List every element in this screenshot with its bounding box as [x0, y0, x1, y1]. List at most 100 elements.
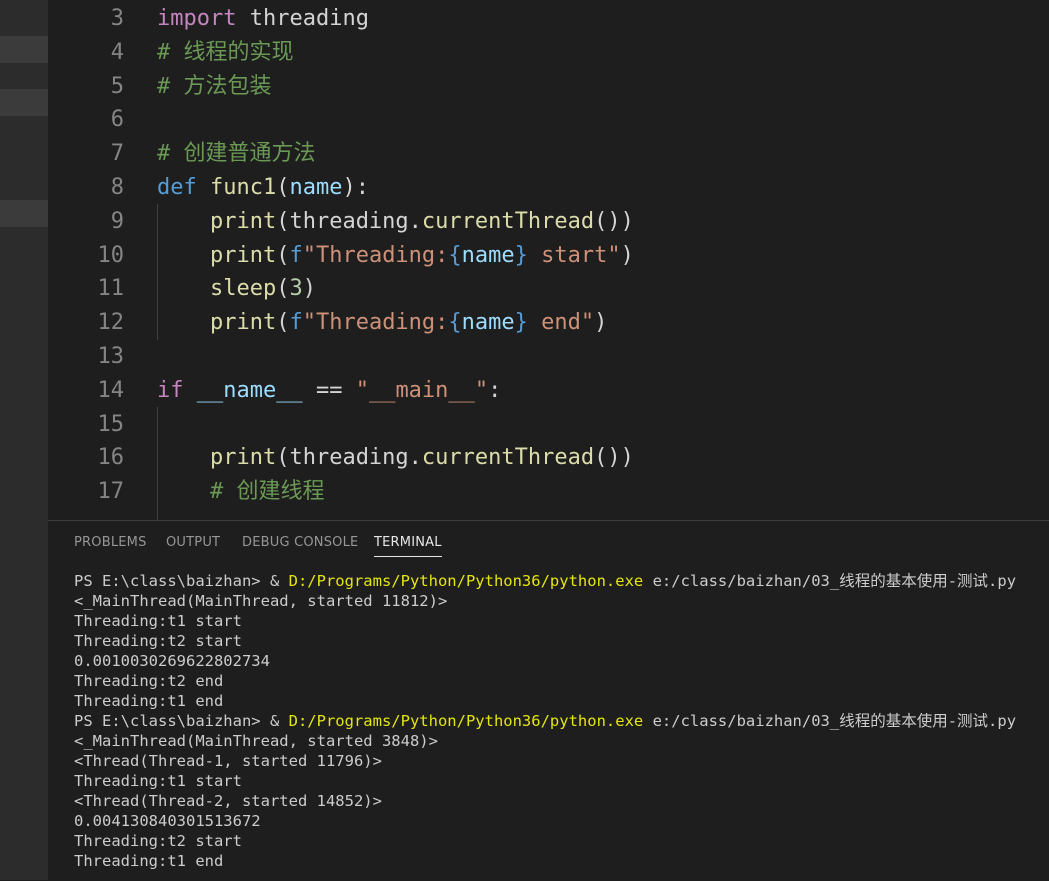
terminal-text: PS E:\class\baizhan> &: [74, 712, 289, 730]
code-token: if: [157, 377, 184, 403]
code-token: # 创建线程: [209, 479, 325, 505]
code-line[interactable]: 12 print(f"Threading:{name} end"): [48, 306, 1049, 340]
code-token: (threading.: [276, 445, 422, 471]
code-line[interactable]: 5 # 方法包装: [48, 70, 1049, 104]
line-number: 17: [97, 479, 125, 505]
code-token: (threading.: [276, 208, 422, 234]
code-token: ==: [302, 377, 356, 403]
code-token: 3: [289, 276, 303, 302]
code-token: {: [448, 242, 462, 268]
terminal-line: Threading:t2 end: [74, 671, 1044, 691]
terminal-text: Threading:t1 end: [74, 692, 224, 710]
tab-problems[interactable]: PROBLEMS: [74, 535, 147, 550]
code-token: name: [461, 242, 515, 268]
code-token: threading: [236, 6, 369, 31]
code-token: }: [514, 242, 528, 268]
bottom-panel: PROBLEMS OUTPUT DEBUG CONSOLE TERMINAL PS E…: [48, 520, 1049, 881]
code-token: print: [209, 208, 277, 234]
terminal-text: Threading:t2 start: [74, 632, 242, 650]
terminal-line: PS E:\class\baizhan> & D:/Programs/Pytho…: [74, 571, 1044, 591]
code-editor[interactable]: 3 import threading 4 # 线程的实现 5 # 方法包装 6 7 # 创建普通…: [48, 0, 1049, 520]
line-number: 8: [110, 175, 124, 200]
line-number: 11: [97, 276, 125, 302]
line-number: 3: [110, 6, 124, 31]
activity-bar: [0, 0, 48, 880]
code-line[interactable]: 15: [48, 408, 1049, 442]
line-number: 10: [97, 242, 125, 268]
code-line[interactable]: 17 # 创建线程: [48, 475, 1049, 509]
code-token: ()): [594, 445, 634, 471]
code-line[interactable]: 4 # 线程的实现: [48, 36, 1049, 70]
code-token: print: [209, 310, 277, 336]
code-line[interactable]: 14 if __name__ == "__main__":: [48, 374, 1049, 408]
code-line[interactable]: 13: [48, 340, 1049, 374]
terminal-text: <Thread(Thread-2, started 14852)>: [74, 792, 382, 810]
terminal-text: 0.004130840301513672: [74, 812, 261, 830]
line-number: 12: [97, 310, 125, 336]
code-text: print(f"Threading:{name} start"): [157, 239, 634, 273]
activity-item[interactable]: [0, 89, 48, 116]
line-number: 13: [97, 344, 125, 369]
code-token: name: [461, 310, 515, 336]
code-text: print(threading.currentThread()): [157, 205, 634, 239]
terminal-line: PS E:\class\baizhan> & D:/Programs/Pytho…: [74, 711, 1044, 731]
code-token: "Threading:: [302, 242, 449, 268]
code-token: name: [289, 175, 343, 200]
code-token: {: [448, 310, 462, 336]
code-token: ): [594, 310, 608, 336]
code-line[interactable]: 8 def func1(name):: [48, 171, 1049, 205]
tab-debug-console[interactable]: DEBUG CONSOLE: [242, 535, 358, 550]
activity-item[interactable]: [0, 200, 48, 227]
panel-tabs: PROBLEMS OUTPUT DEBUG CONSOLE TERMINAL: [48, 521, 1049, 565]
terminal-text: PS E:\class\baizhan> &: [74, 572, 289, 590]
terminal-line: Threading:t1 end: [74, 691, 1044, 711]
terminal-text: <Thread(Thread-1, started 11796)>: [74, 752, 382, 770]
terminal-line: Threading:t2 start: [74, 831, 1044, 851]
code-token: import: [157, 6, 237, 31]
code-line[interactable]: 16 print(threading.currentThread()): [48, 441, 1049, 475]
line-number: 16: [97, 445, 125, 471]
code-line[interactable]: 10 print(f"Threading:{name} start"): [48, 239, 1049, 273]
terminal-text: e:/class/baizhan/03_线程的基本使用-测试.py: [643, 572, 1017, 590]
code-token: ):: [342, 175, 369, 200]
code-token: func1: [210, 175, 277, 200]
code-text: # 创建线程: [157, 475, 325, 509]
code-token: def: [157, 175, 197, 200]
code-token: currentThread: [421, 445, 595, 471]
terminal-text: Threading:t1 end: [74, 852, 224, 870]
code-text: sleep(3): [157, 272, 316, 306]
code-line[interactable]: 11 sleep(3): [48, 272, 1049, 306]
code-text: # 创建普通方法: [157, 137, 316, 171]
code-line[interactable]: 7 # 创建普通方法: [48, 137, 1049, 171]
tab-terminal[interactable]: TERMINAL: [374, 535, 442, 557]
activity-item[interactable]: [0, 36, 48, 63]
terminal-line: 0.004130840301513672: [74, 811, 1044, 831]
terminal-text: Threading:t2 start: [74, 832, 242, 850]
code-token: __name__: [196, 377, 303, 403]
code-text: print(threading.currentThread()): [157, 441, 634, 475]
code-line[interactable]: 6: [48, 103, 1049, 137]
line-number: 9: [110, 208, 124, 234]
terminal-text: Threading:t1 start: [74, 612, 242, 630]
code-text: def func1(name):: [157, 171, 369, 205]
code-line[interactable]: 9 print(threading.currentThread()): [48, 205, 1049, 239]
code-token: "Threading:: [302, 310, 449, 336]
code-token: (: [276, 175, 290, 200]
line-number: 15: [97, 411, 125, 437]
code-line[interactable]: 3 import threading: [48, 2, 1049, 36]
terminal-line: Threading:t1 end: [74, 851, 1044, 871]
code-token: f: [289, 310, 303, 336]
terminal-output[interactable]: PS E:\class\baizhan> & D:/Programs/Pytho…: [74, 571, 1044, 871]
line-number: 7: [110, 141, 124, 167]
tab-output[interactable]: OUTPUT: [166, 535, 220, 550]
code-token: ): [302, 276, 316, 302]
terminal-text: Threading:t1 start: [74, 772, 242, 790]
terminal-text: <_MainThread(MainThread, started 11812)>: [74, 592, 448, 610]
code-token: ): [620, 242, 634, 268]
code-token: print: [209, 242, 277, 268]
terminal-text: 0.0010030269622802734: [74, 652, 270, 670]
